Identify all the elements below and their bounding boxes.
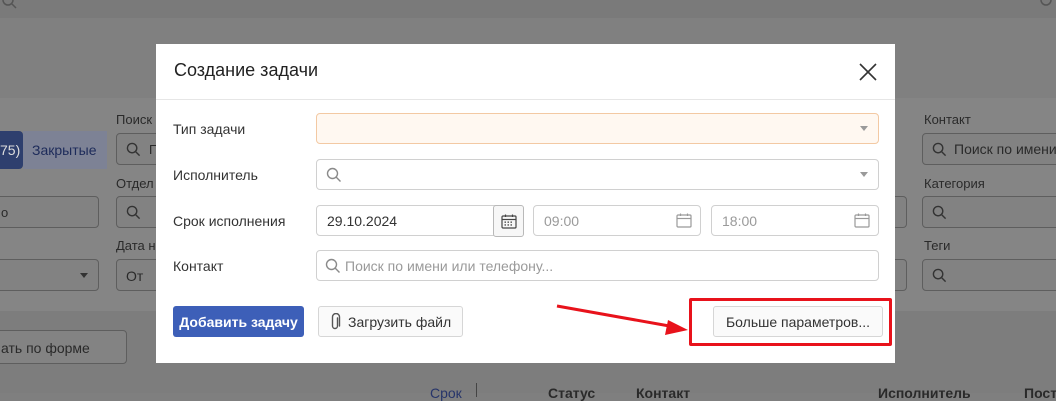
add-task-label: Добавить задачу bbox=[179, 313, 298, 330]
bg-field-edge bbox=[895, 196, 907, 228]
divider bbox=[476, 383, 477, 397]
tab-open[interactable]: 75) bbox=[0, 131, 23, 169]
contact-label: Контакт bbox=[173, 258, 224, 274]
bg-label-contact: Контакт bbox=[924, 112, 971, 127]
bg-header-deadline[interactable]: Срок bbox=[430, 385, 462, 401]
bg-header-status: Статус bbox=[548, 385, 596, 401]
date-picker-button[interactable] bbox=[493, 205, 524, 237]
bg-label-tags: Теги bbox=[924, 238, 951, 253]
deadline-date-value: 29.10.2024 bbox=[327, 213, 398, 229]
bg-date-from-text: От bbox=[126, 268, 144, 284]
search-icon bbox=[126, 142, 141, 157]
bg-select-left[interactable] bbox=[0, 259, 99, 291]
contact-search-input[interactable]: Поиск по имени или телефону... bbox=[316, 250, 879, 281]
annotation-highlight-box bbox=[689, 298, 892, 346]
bg-by-form-button[interactable]: ать по форме bbox=[0, 330, 127, 364]
calendar-icon bbox=[501, 214, 517, 229]
search-icon bbox=[2, 0, 17, 9]
calendar-icon bbox=[676, 213, 692, 228]
close-icon[interactable] bbox=[856, 60, 880, 84]
task-type-label: Тип задачи bbox=[173, 121, 246, 137]
chevron-down-icon bbox=[80, 273, 88, 278]
search-icon bbox=[325, 258, 340, 273]
search-icon bbox=[932, 268, 947, 283]
time-from-placeholder: 09:00 bbox=[544, 213, 580, 229]
tab-closed-label: Закрытые bbox=[32, 142, 97, 158]
assignee-select[interactable] bbox=[316, 159, 879, 190]
tab-open-count: 75) bbox=[0, 142, 21, 158]
bg-field-edge bbox=[895, 259, 907, 291]
bg-header-contact: Контакт bbox=[636, 385, 691, 401]
time-to-placeholder: 18:00 bbox=[722, 213, 758, 229]
bg-tags-field[interactable] bbox=[922, 259, 1056, 291]
search-icon bbox=[932, 142, 947, 157]
bg-contact-search-text: Поиск по имени bbox=[954, 141, 1056, 157]
bg-header-assignee: Исполнитель bbox=[878, 385, 971, 401]
bg-label-search: Поиск bbox=[116, 112, 153, 127]
search-icon bbox=[1040, 0, 1052, 6]
deadline-label: Срок исполнения bbox=[173, 213, 286, 229]
bg-label-department: Отдел bbox=[116, 176, 154, 191]
contact-placeholder: Поиск по имени или телефону... bbox=[345, 258, 554, 274]
top-bar-backdrop bbox=[0, 0, 1056, 18]
tab-closed[interactable]: Закрытые bbox=[23, 131, 107, 169]
calendar-icon bbox=[854, 213, 870, 228]
bg-contact-search[interactable]: Поиск по имени bbox=[922, 133, 1056, 165]
bg-field-left-text: о bbox=[1, 205, 9, 220]
search-icon bbox=[326, 167, 341, 182]
time-to-input[interactable]: 18:00 bbox=[711, 205, 879, 236]
time-from-input[interactable]: 09:00 bbox=[533, 205, 701, 236]
bg-category-field[interactable] bbox=[922, 196, 1056, 228]
modal-header: Создание задачи bbox=[156, 44, 895, 100]
bg-by-form-label: ать по форме bbox=[1, 340, 90, 356]
bg-label-category: Категория bbox=[924, 176, 985, 191]
bg-header-last: Пост bbox=[1024, 385, 1056, 401]
paperclip-icon bbox=[331, 312, 341, 329]
add-task-button[interactable]: Добавить задачу bbox=[173, 306, 304, 337]
task-type-select[interactable] bbox=[316, 113, 879, 144]
search-icon bbox=[932, 205, 947, 220]
chevron-down-icon bbox=[860, 172, 868, 177]
upload-file-label: Загрузить файл bbox=[348, 313, 452, 330]
upload-file-button[interactable]: Загрузить файл bbox=[318, 306, 463, 337]
modal-title: Создание задачи bbox=[174, 60, 318, 80]
chevron-down-icon bbox=[860, 126, 868, 131]
bg-field-left[interactable]: о bbox=[0, 196, 99, 228]
assignee-label: Исполнитель bbox=[173, 167, 258, 183]
search-icon bbox=[126, 205, 141, 220]
bg-label-date: Дата н bbox=[116, 238, 156, 253]
